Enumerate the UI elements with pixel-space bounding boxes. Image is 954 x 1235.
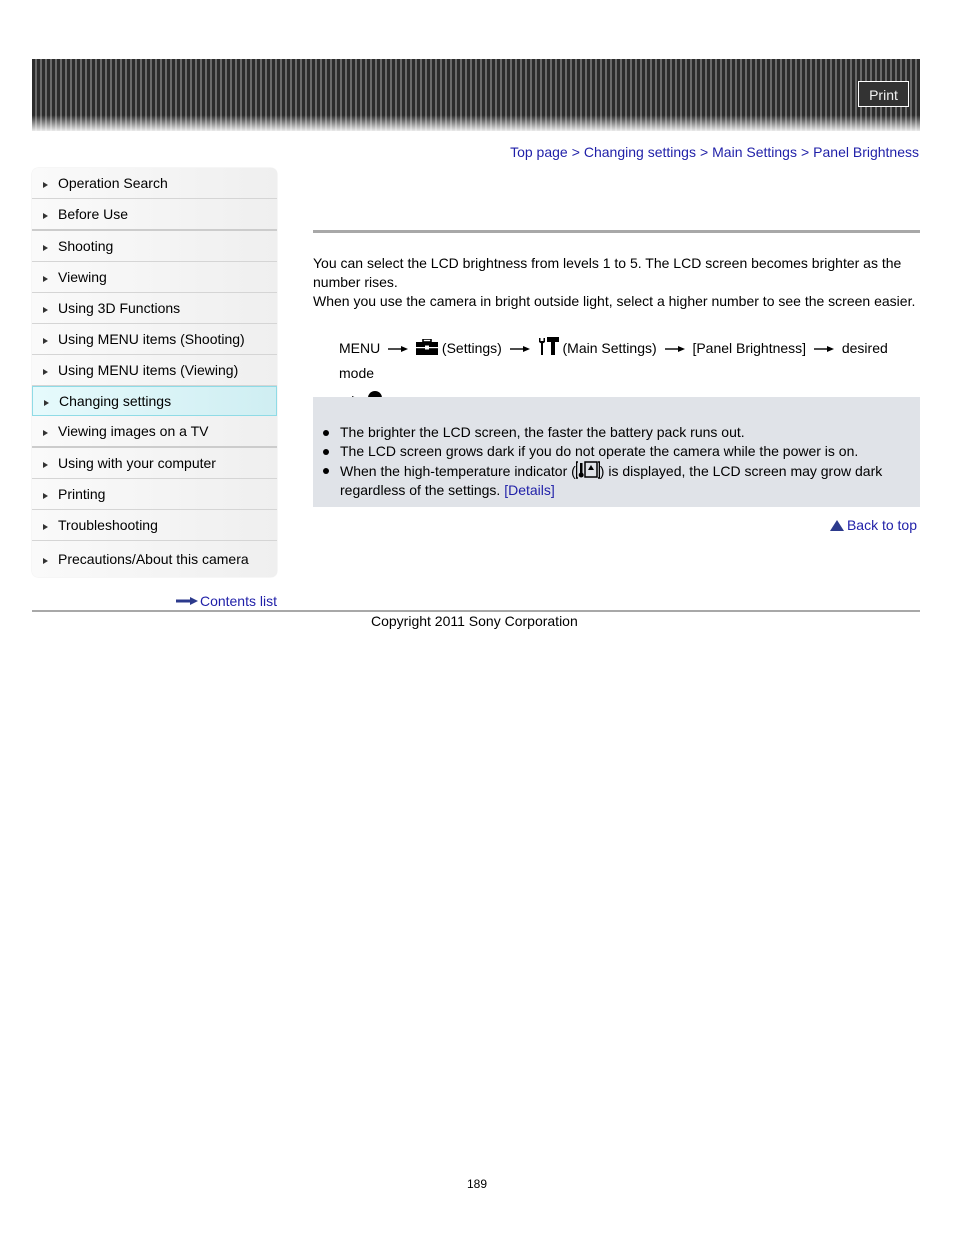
contents-list-label: Contents list: [199, 593, 277, 609]
copyright-text: Copyright 2011 Sony Corporation: [371, 613, 578, 629]
triangle-right-icon: [43, 244, 48, 251]
note-item: When the high-temperature indicator () i…: [323, 461, 913, 500]
sidebar-item-printing[interactable]: Printing: [32, 479, 277, 510]
breadcrumb-main-settings[interactable]: Main Settings: [712, 144, 797, 160]
breadcrumb-separator: >: [699, 144, 709, 160]
sidebar-item-menu-shooting[interactable]: Using MENU items (Shooting): [32, 324, 277, 355]
breadcrumb-separator: >: [571, 144, 580, 160]
triangle-right-icon: [43, 212, 48, 219]
breadcrumb-separator: >: [800, 144, 810, 160]
triangle-right-icon: [43, 523, 48, 530]
details-link[interactable]: [Details]: [504, 482, 555, 498]
sidebar-item-computer[interactable]: Using with your computer: [32, 448, 277, 479]
sidebar-item-menu-viewing[interactable]: Using MENU items (Viewing): [32, 355, 277, 386]
breadcrumb: Top page > Changing settings > Main Settings…: [510, 144, 919, 160]
note-text: When the high-temperature indicator (: [340, 463, 576, 479]
sidebar-nav: Operation Search Before Use Shooting Vie…: [32, 168, 277, 577]
triangle-right-icon: [43, 275, 48, 282]
triangle-right-icon: [43, 337, 48, 344]
settings-label: (Settings): [441, 340, 502, 356]
sidebar-item-viewing-tv[interactable]: Viewing images on a TV: [32, 416, 277, 448]
title-divider: [313, 230, 920, 233]
arrow-right-icon: [664, 346, 685, 353]
sidebar-item-label: Using with your computer: [58, 455, 216, 471]
high-temperature-icon: [575, 461, 600, 479]
note-item: The brighter the LCD screen, the faster …: [323, 423, 913, 442]
notes-box: The brighter the LCD screen, the faster …: [313, 397, 920, 507]
back-to-top-label: Back to top: [846, 517, 917, 533]
sidebar-item-label: Before Use: [58, 206, 129, 222]
intro-paragraph-2: When you use the camera in bright outsid…: [313, 293, 916, 309]
arrow-right-icon: [175, 597, 198, 605]
toolbox-settings-icon: [416, 339, 439, 355]
page-number: 189: [466, 1177, 488, 1191]
breadcrumb-panel-brightness[interactable]: Panel Brightness: [813, 144, 919, 160]
triangle-right-icon: [43, 306, 48, 313]
sidebar-item-changing-settings[interactable]: Changing settings: [32, 386, 277, 416]
triangle-right-icon: [43, 492, 48, 499]
breadcrumb-top-page[interactable]: Top page: [510, 144, 568, 160]
triangle-right-icon: [43, 429, 48, 436]
footer-divider: [32, 610, 920, 612]
triangle-right-icon: [43, 557, 48, 564]
arrow-right-icon: [813, 346, 834, 353]
triangle-right-icon: [43, 461, 48, 468]
wrench-hammer-icon: [538, 337, 559, 355]
notes-list: The brighter the LCD screen, the faster …: [323, 423, 913, 500]
sidebar-item-label: Printing: [58, 486, 106, 502]
panel-brightness-label: [Panel Brightness]: [692, 340, 807, 356]
sidebar-item-label: Precautions/About this camera: [58, 551, 249, 567]
menu-label: MENU: [339, 340, 381, 356]
sidebar-item-using-3d-functions[interactable]: Using 3D Functions: [32, 293, 277, 324]
sidebar-item-operation-search[interactable]: Operation Search: [32, 168, 277, 199]
intro-paragraph-1: You can select the LCD brightness from l…: [313, 255, 902, 290]
sidebar-item-label: Using MENU items (Shooting): [58, 331, 245, 347]
sidebar-item-troubleshooting[interactable]: Troubleshooting: [32, 510, 277, 541]
sidebar-item-label: Operation Search: [58, 175, 168, 191]
main-settings-label: (Main Settings): [562, 340, 657, 356]
sidebar-item-label: Viewing: [58, 269, 107, 285]
note-item: The LCD screen grows dark if you do not …: [323, 442, 913, 461]
triangle-up-icon: [829, 519, 844, 531]
sidebar-item-precautions[interactable]: Precautions/About this camera: [32, 541, 277, 577]
sidebar-item-label: Viewing images on a TV: [58, 423, 209, 439]
triangle-right-icon: [43, 181, 48, 188]
breadcrumb-changing-settings[interactable]: Changing settings: [584, 144, 696, 160]
arrow-right-icon: [509, 346, 530, 353]
header-banner: Print: [32, 59, 920, 131]
sidebar-item-before-use[interactable]: Before Use: [32, 199, 277, 231]
arrow-right-icon: [388, 346, 409, 353]
sidebar-item-label: Shooting: [58, 238, 114, 254]
sidebar-item-viewing[interactable]: Viewing: [32, 262, 277, 293]
sidebar-item-label: Using MENU items (Viewing): [58, 362, 239, 378]
contents-list-link[interactable]: Contents list: [175, 593, 277, 609]
triangle-right-icon: [43, 368, 48, 375]
sidebar-item-shooting[interactable]: Shooting: [32, 231, 277, 262]
sidebar-item-label: Changing settings: [59, 393, 172, 409]
sidebar-item-label: Troubleshooting: [58, 517, 158, 533]
intro-text: You can select the LCD brightness from l…: [313, 254, 919, 311]
sidebar-item-label: Using 3D Functions: [58, 300, 181, 316]
print-button[interactable]: Print: [858, 81, 909, 107]
triangle-right-icon: [44, 399, 49, 406]
back-to-top-link[interactable]: Back to top: [829, 517, 917, 533]
